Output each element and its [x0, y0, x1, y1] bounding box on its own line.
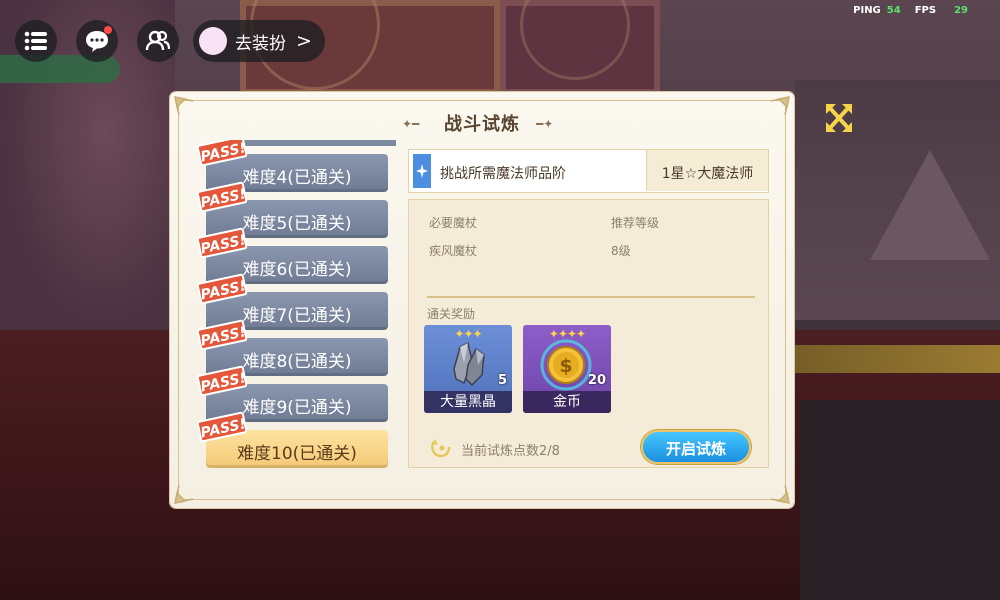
crystal-icon: [453, 341, 485, 387]
ping-label: PING: [853, 5, 881, 16]
trial-points-icon: [431, 439, 451, 458]
start-trial-button[interactable]: 开启试炼: [641, 430, 751, 464]
svg-text:$: $: [559, 355, 572, 377]
reward-item-black-crystal[interactable]: ✦✦✦ 5 大量黑晶: [424, 325, 512, 413]
required-wand-label: 必要魔杖: [429, 216, 478, 230]
ping-value: 54: [886, 5, 901, 16]
start-trial-label: 开启试炼: [665, 440, 726, 458]
reward-item-gold-coin[interactable]: ✦✦✦✦ $ 20 金币: [523, 325, 611, 413]
difficulty-label: 难度10(已通关): [237, 444, 357, 464]
sparkle-icon: [416, 164, 428, 178]
requirement-tag: [413, 154, 431, 188]
dialog-title: 战斗试炼: [444, 114, 520, 135]
avatar: [199, 27, 227, 55]
requirement-value-box: 1星☆大魔法师: [646, 150, 768, 191]
divider: [427, 296, 755, 298]
difficulty-list[interactable]: PASS! 难度4(已通关) PASS! 难度5(已通关) PASS! 难度6(…: [196, 140, 396, 472]
reward-name: 大量黑晶: [440, 394, 496, 410]
gold-coin-icon: $: [540, 339, 592, 391]
chat-notification-dot: [104, 26, 112, 34]
battle-trial-dialog: ✦━ 战斗试炼 ━✦ PASS! 难度4(已通关) PASS! 难度5(已通关)…: [170, 92, 794, 508]
fps-label: FPS: [914, 5, 937, 16]
ping-stat: PING 54: [853, 5, 901, 16]
title-ornament-right-icon: ━✦: [536, 117, 554, 131]
reward-count: 5: [497, 373, 507, 388]
corner-ornament-icon: [770, 484, 790, 504]
trial-detail-panel: 必要魔杖 推荐等级 疾风魔杖 8级 通关奖励 ✦✦✦ 5 大量黑晶 ✦✦✦✦ $…: [408, 199, 769, 468]
requirement-bar: 挑战所需魔法师品阶 1星☆大魔法师: [408, 149, 769, 193]
requirement-label: 挑战所需魔法师品阶: [440, 166, 566, 182]
fps-value: 29: [954, 5, 968, 16]
chat-button[interactable]: [76, 20, 118, 62]
difficulty-list-scroll-edge: [232, 140, 396, 146]
performance-stats: PING 54 FPS 29: [853, 5, 968, 16]
scene-dark-floor: [800, 400, 1000, 600]
recommended-level-value: 8级: [611, 244, 631, 258]
reward-name: 金币: [553, 394, 581, 410]
scene-yellow-stripe: [795, 345, 1000, 373]
friends-icon: [145, 30, 171, 51]
trial-points-text: 当前试炼点数2/8: [461, 444, 560, 459]
list-menu-icon: [24, 31, 47, 51]
dress-up-label: 去装扮: [235, 33, 286, 54]
fps-stat: FPS 29: [915, 5, 968, 16]
recommended-level-label: 推荐等级: [611, 216, 660, 230]
requirement-value: 1星☆大魔法师: [661, 166, 754, 182]
reward-count: 20: [587, 373, 606, 388]
friends-button[interactable]: [137, 20, 179, 62]
required-wand-value: 疾风魔杖: [429, 244, 478, 258]
corner-ornament-icon: [174, 484, 194, 504]
close-icon[interactable]: [823, 101, 855, 135]
dress-up-button[interactable]: 去装扮 >: [193, 20, 325, 62]
chevron-right-icon: >: [296, 30, 312, 52]
rewards-title: 通关奖励: [427, 307, 476, 321]
menu-button[interactable]: [15, 20, 57, 62]
difficulty-item-selected[interactable]: PASS! 难度10(已通关): [196, 411, 388, 468]
scene-mountain: [870, 150, 990, 260]
